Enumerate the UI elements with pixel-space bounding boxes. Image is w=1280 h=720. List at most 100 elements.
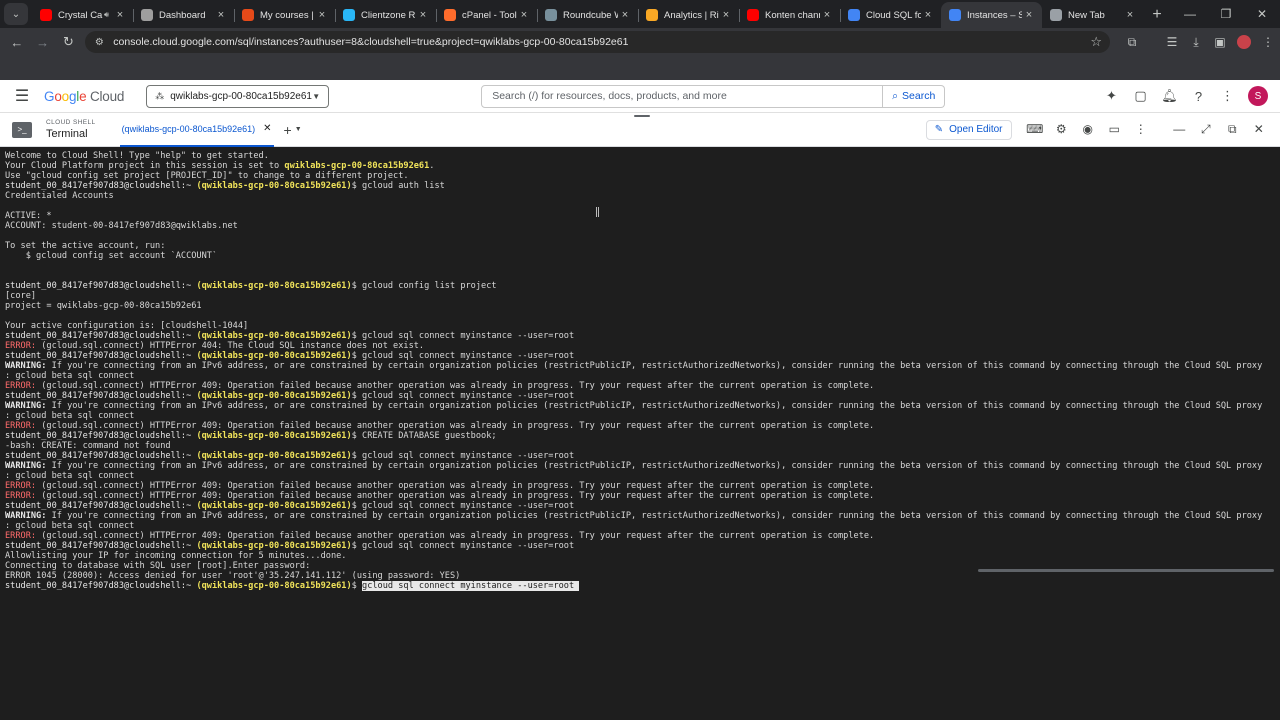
warning-label: WARNING:	[5, 361, 47, 371]
layout-icon[interactable]: ▭	[1101, 122, 1128, 137]
output-text: ACTIVE: *	[5, 211, 52, 221]
close-tab-icon[interactable]: ×	[719, 9, 733, 21]
help-icon[interactable]: ?	[1184, 89, 1213, 104]
warning-text: If you're connecting from an IPv6 addres…	[46, 461, 1263, 471]
close-tab-icon[interactable]: ✕	[263, 123, 271, 134]
terminal-scrollbar[interactable]	[978, 569, 1274, 572]
prompt-project-tag: (qwiklabs-gcp-00-80ca15b92e61)	[196, 391, 352, 401]
close-panel-icon[interactable]: ✕	[1246, 122, 1273, 137]
download-icon[interactable]: ⤓	[1184, 30, 1208, 54]
forward-arrow-icon[interactable]: →	[30, 30, 56, 54]
terminal-line: student_00_8417ef907d83@cloudshell:~ (qw…	[5, 431, 1275, 441]
more-options-icon[interactable]: ⋮	[1213, 88, 1242, 104]
browser-tab[interactable]: New Tab ×	[1042, 2, 1143, 28]
restore-icon[interactable]: ❐	[1208, 7, 1244, 21]
close-tab-icon[interactable]: ×	[1022, 9, 1036, 21]
output-text: Welcome to Cloud Shell! Type "help" to g…	[5, 151, 269, 161]
activate-cloud-shell-icon[interactable]: ▢	[1126, 88, 1155, 104]
prompt-project-tag: (qwiklabs-gcp-00-80ca15b92e61)	[196, 431, 352, 441]
close-tab-icon[interactable]: ×	[416, 9, 430, 21]
settings-gear-icon[interactable]: ⚙	[1048, 122, 1075, 137]
browser-tab[interactable]: Crystal Ca 🔊︎ ×	[32, 2, 133, 28]
project-picker[interactable]: ⁂ qwiklabs-gcp-00-80ca15b92e61 ▼	[146, 84, 330, 108]
terminal-line: : gcloud beta sql connect	[5, 411, 1275, 421]
close-tab-icon[interactable]: ×	[214, 9, 228, 21]
browser-tab[interactable]: cPanel - Tools ×	[436, 2, 537, 28]
open-editor-button[interactable]: ✎ Open Editor	[925, 119, 1012, 140]
close-window-icon[interactable]: ✕	[1244, 7, 1280, 21]
output-text: project = qwiklabs-gcp-00-80ca15b92e61	[5, 301, 202, 311]
tab-list: Crystal Ca🔊︎×Dashboard×My courses | Pe×C…	[32, 0, 1143, 28]
tab-groups-icon[interactable]: ☰	[1160, 30, 1184, 54]
session-dropdown-caret-icon[interactable]: ▼	[295, 126, 302, 133]
browser-tab[interactable]: Clientzone Run×	[335, 2, 436, 28]
keyboard-icon[interactable]: ⌨	[1022, 122, 1049, 137]
output-text: : gcloud beta sql connect	[5, 471, 135, 481]
browser-menu-icon[interactable]: ⋮	[1256, 30, 1280, 54]
terminal-line: student_00_8417ef907d83@cloudshell:~ (qw…	[5, 451, 1275, 461]
terminal-line: WARNING: If you're connecting from an IP…	[5, 461, 1275, 471]
add-session-plus-icon[interactable]: +	[284, 122, 292, 138]
bookmarks-bar-area	[0, 56, 1280, 80]
search-button[interactable]: ⌕ Search	[883, 84, 946, 108]
profile-avatar-icon[interactable]	[1237, 35, 1252, 49]
close-tab-icon[interactable]: ×	[315, 9, 329, 21]
close-tab-icon[interactable]: ×	[618, 9, 632, 21]
browser-tab[interactable]: My courses | Pe×	[234, 2, 335, 28]
audio-playing-icon[interactable]: 🔊︎	[104, 10, 109, 20]
close-tab-icon[interactable]: ×	[921, 9, 935, 21]
terminal-line: Credentialed Accounts	[5, 191, 1275, 201]
error-label: ERROR:	[5, 531, 37, 541]
back-arrow-icon[interactable]: ←	[4, 30, 30, 54]
warning-text: If you're connecting from an IPv6 addres…	[46, 361, 1263, 371]
prompt-project-tag: (qwiklabs-gcp-00-80ca15b92e61)	[196, 181, 352, 191]
error-label: ERROR:	[5, 381, 37, 391]
command-text: gcloud auth list	[362, 181, 445, 191]
prompt-project-tag: (qwiklabs-gcp-00-80ca15b92e61)	[196, 581, 352, 591]
tab-search-icon[interactable]: ⌄	[4, 3, 28, 25]
extensions-puzzle-icon[interactable]: ⧉	[1120, 30, 1144, 54]
browser-tab[interactable]: Roundcube We×	[537, 2, 638, 28]
gemini-sparkle-icon[interactable]: ✦	[1097, 88, 1126, 104]
browser-tab[interactable]: Konten channe×	[739, 2, 840, 28]
minimize-icon[interactable]: —	[1172, 7, 1208, 21]
tab-title: Konten channe	[765, 9, 820, 21]
maximize-panel-icon[interactable]: ⤢	[1193, 122, 1220, 137]
close-tab-icon[interactable]: ×	[517, 9, 531, 21]
web-preview-icon[interactable]: ◉	[1075, 122, 1102, 137]
roundcube-icon	[545, 9, 557, 21]
browser-tab[interactable]: Cloud SQL for ×	[840, 2, 941, 28]
minimize-panel-icon[interactable]: —	[1166, 122, 1193, 137]
warning-label: WARNING:	[5, 511, 47, 521]
address-bar[interactable]: ⚙ console.cloud.google.com/sql/instances…	[85, 31, 1111, 53]
google-cloud-logo[interactable]: Google Cloud	[44, 89, 124, 104]
resize-drag-handle[interactable]	[634, 115, 650, 117]
warning-text: If you're connecting from an IPv6 addres…	[46, 511, 1263, 521]
account-avatar[interactable]: S	[1248, 86, 1268, 106]
browser-tab[interactable]: Instances – SQL×	[941, 2, 1042, 28]
reload-icon[interactable]: ↻	[56, 30, 82, 54]
close-tab-icon[interactable]: ×	[820, 9, 834, 21]
browser-tab[interactable]: Dashboard ×	[133, 2, 234, 28]
terminal-session-tab[interactable]: (qwiklabs-gcp-00-80ca15b92e61) ✕	[119, 113, 274, 147]
terminal-line: WARNING: If you're connecting from an IP…	[5, 361, 1275, 371]
bookmark-star-icon[interactable]: ☆	[1090, 34, 1102, 50]
hamburger-menu-icon[interactable]: ☰	[0, 86, 44, 106]
shell-prompt: student_00_8417ef907d83@cloudshell:~	[5, 451, 197, 461]
close-tab-icon[interactable]: ×	[113, 9, 127, 21]
dashboard-icon	[141, 9, 153, 21]
notifications-bell-icon[interactable]: 🔔︎	[1155, 88, 1184, 104]
output-text: Your Cloud Platform project in this sess…	[5, 161, 285, 171]
close-tab-icon[interactable]: ×	[1123, 9, 1137, 21]
more-vert-icon[interactable]: ⋮	[1128, 122, 1155, 137]
browser-tab[interactable]: Analytics | Ring×	[638, 2, 739, 28]
new-tab-plus-icon[interactable]: +	[1143, 2, 1171, 28]
side-panel-icon[interactable]: ▣	[1208, 30, 1232, 54]
site-info-icon[interactable]: ⚙	[93, 36, 105, 48]
terminal-line: student_00_8417ef907d83@cloudshell:~ (qw…	[5, 281, 1275, 291]
search-input[interactable]: Search (/) for resources, docs, products…	[481, 84, 884, 108]
terminal-output[interactable]: Welcome to Cloud Shell! Type "help" to g…	[0, 147, 1280, 720]
open-new-window-icon[interactable]: ⧉	[1219, 122, 1246, 137]
terminal-line: ERROR 1045 (28000): Access denied for us…	[5, 571, 1275, 581]
